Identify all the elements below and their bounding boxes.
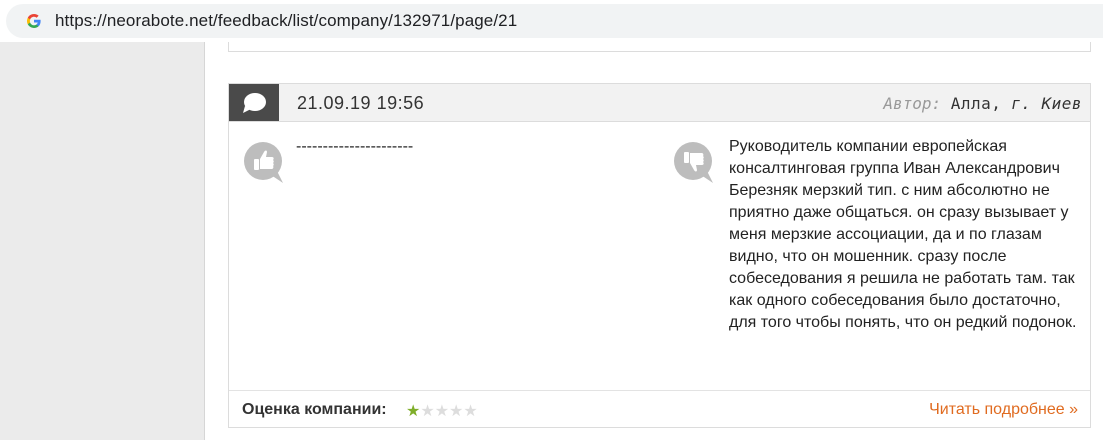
review-card: 21.09.19 19:56 Автор: Алла, г. Киев ----… xyxy=(228,83,1091,428)
star-filled-icon: ★ xyxy=(406,403,421,420)
star-empty-icon: ★ xyxy=(449,403,464,420)
google-g-icon xyxy=(27,14,41,28)
pros-text: ---------------------- xyxy=(296,138,414,155)
thumbs-up-icon xyxy=(244,142,283,183)
author-label: Автор: xyxy=(883,94,942,113)
review-header: 21.09.19 19:56 Автор: Алла, г. Киев xyxy=(229,84,1090,122)
review-footer: Оценка компании: ★★★★★ Читать подробнее … xyxy=(229,390,1090,428)
comment-bubble-icon xyxy=(243,93,266,113)
author-city: г. Киев xyxy=(1011,94,1082,113)
thumbs-down-icon xyxy=(674,142,713,183)
review-date: 21.09.19 19:56 xyxy=(297,93,425,113)
read-more-link[interactable]: Читать подробнее » xyxy=(929,401,1078,419)
url-text: https://neorabote.net/feedback/list/comp… xyxy=(55,11,518,30)
address-bar[interactable]: https://neorabote.net/feedback/list/comp… xyxy=(0,0,1103,42)
star-empty-icon: ★ xyxy=(420,403,435,420)
cons-text: Руководитель компании европейская консал… xyxy=(729,138,1077,331)
left-sidebar xyxy=(0,42,205,440)
author-name: Алла, xyxy=(950,94,1002,113)
rating-label: Оценка компании: xyxy=(242,401,387,418)
star-empty-icon: ★ xyxy=(434,403,450,420)
star-empty-icon: ★ xyxy=(463,403,478,420)
previous-review-bottom xyxy=(228,42,1091,52)
rating-stars: ★★★★★ xyxy=(406,401,478,421)
review-author: Автор: Алла, г. Киев xyxy=(883,94,1082,113)
url-field[interactable]: https://neorabote.net/feedback/list/comp… xyxy=(6,4,1103,38)
comment-badge xyxy=(229,84,279,121)
